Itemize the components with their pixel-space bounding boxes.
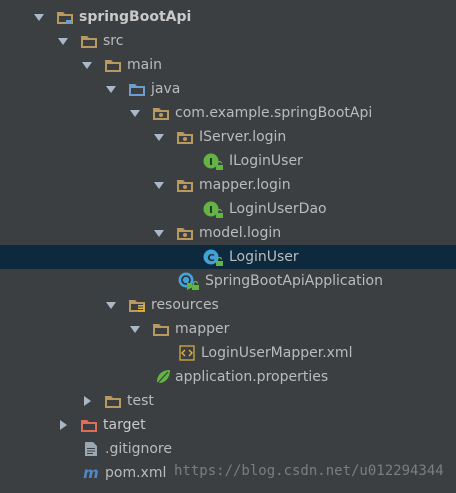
maven-badge-letter: m: [83, 465, 99, 481]
tree-node-iserver-login[interactable]: IServer.login: [0, 125, 456, 149]
tree-node-package[interactable]: com.example.springBootApi: [0, 101, 456, 125]
chevron-down-icon[interactable]: [128, 106, 142, 120]
tree-node-application-properties[interactable]: application.properties: [0, 365, 456, 389]
maven-icon: m: [82, 465, 100, 481]
tree-node-label: model.login: [199, 225, 282, 241]
package-icon: [176, 129, 194, 145]
package-icon: [152, 105, 170, 121]
chevron-down-icon[interactable]: [152, 130, 166, 144]
interface-icon: I: [202, 153, 223, 170]
folder-icon: [152, 321, 170, 337]
tree-node-model-login[interactable]: model.login: [0, 221, 456, 245]
tree-node-label: LoginUser: [229, 249, 299, 265]
tree-node-label: mapper.login: [199, 177, 291, 193]
tree-node-loginuserdao[interactable]: I LoginUserDao: [0, 197, 456, 221]
chevron-right-icon[interactable]: [80, 394, 94, 408]
tree-node-resources[interactable]: resources: [0, 293, 456, 317]
spring-leaf-icon: [154, 369, 172, 385]
interface-badge-letter: I: [209, 157, 213, 168]
resources-folder-icon: [128, 297, 146, 313]
chevron-down-icon[interactable]: [80, 58, 94, 72]
tree-node-label: application.properties: [175, 369, 329, 385]
tree-node-label: test: [127, 393, 154, 409]
tree-node-label: pom.xml: [105, 465, 167, 481]
tree-node-label: .gitignore: [105, 441, 172, 457]
tree-node-label: target: [103, 417, 146, 433]
tree-node-gitignore[interactable]: .gitignore: [0, 437, 456, 461]
lock-icon: [216, 161, 223, 170]
text-file-icon: [82, 441, 100, 457]
tree-node-loginuser[interactable]: C LoginUser: [0, 245, 456, 269]
tree-node-mapper-xml[interactable]: LoginUserMapper.xml: [0, 341, 456, 365]
folder-icon: [80, 33, 98, 49]
chevron-down-icon[interactable]: [104, 82, 118, 96]
tree-node-label: springBootApi: [79, 9, 192, 25]
tree-node-label: src: [103, 33, 124, 49]
tree-node-label: LoginUserMapper.xml: [201, 345, 353, 361]
tree-node-mapper-dir[interactable]: mapper: [0, 317, 456, 341]
tree-node-label: LoginUserDao: [229, 201, 327, 217]
chevron-down-icon[interactable]: [32, 10, 46, 24]
spring-boot-run-icon: [178, 272, 199, 290]
lock-icon: [216, 257, 223, 266]
chevron-down-icon[interactable]: [56, 34, 70, 48]
class-icon: C: [202, 249, 223, 266]
tree-node-label: ILoginUser: [229, 153, 303, 169]
tree-node-partial: [0, 487, 456, 493]
tree-node-test[interactable]: test: [0, 389, 456, 413]
folder-icon: [104, 393, 122, 409]
tree-node-label: com.example.springBootApi: [175, 105, 373, 121]
tree-node-label: SpringBootApiApplication: [205, 273, 383, 289]
package-icon: [176, 225, 194, 241]
chevron-down-icon[interactable]: [104, 298, 118, 312]
chevron-down-icon[interactable]: [152, 226, 166, 240]
tree-node-iloginuser[interactable]: I ILoginUser: [0, 149, 456, 173]
watermark: https://blog.csdn.net/u012294344: [174, 463, 444, 479]
chevron-down-icon[interactable]: [152, 178, 166, 192]
excluded-folder-icon: [80, 417, 98, 433]
tree-node-label: mapper: [175, 321, 230, 337]
tree-node-label: main: [127, 57, 162, 73]
tree-node-src[interactable]: src: [0, 29, 456, 53]
package-icon: [176, 177, 194, 193]
lock-icon: [192, 281, 199, 290]
tree-node-application-class[interactable]: SpringBootApiApplication: [0, 269, 456, 293]
tree-node-java[interactable]: java: [0, 77, 456, 101]
tree-node-project[interactable]: springBootApi: [0, 5, 456, 29]
chevron-down-icon[interactable]: [128, 322, 142, 336]
folder-icon: [104, 57, 122, 73]
interface-badge-letter: I: [209, 205, 213, 216]
lock-icon: [216, 209, 223, 218]
tree-node-label: resources: [151, 297, 219, 313]
xml-file-icon: [178, 345, 196, 361]
chevron-right-icon[interactable]: [56, 418, 70, 432]
tree-node-label: IServer.login: [199, 129, 287, 145]
tree-node-target[interactable]: target: [0, 413, 456, 437]
tree-node-main[interactable]: main: [0, 53, 456, 77]
source-folder-icon: [128, 81, 146, 97]
class-badge-letter: C: [207, 253, 214, 264]
module-folder-icon: [56, 9, 74, 25]
tree-node-label: java: [151, 81, 181, 97]
tree-node-mapper-login[interactable]: mapper.login: [0, 173, 456, 197]
interface-icon: I: [202, 201, 223, 218]
